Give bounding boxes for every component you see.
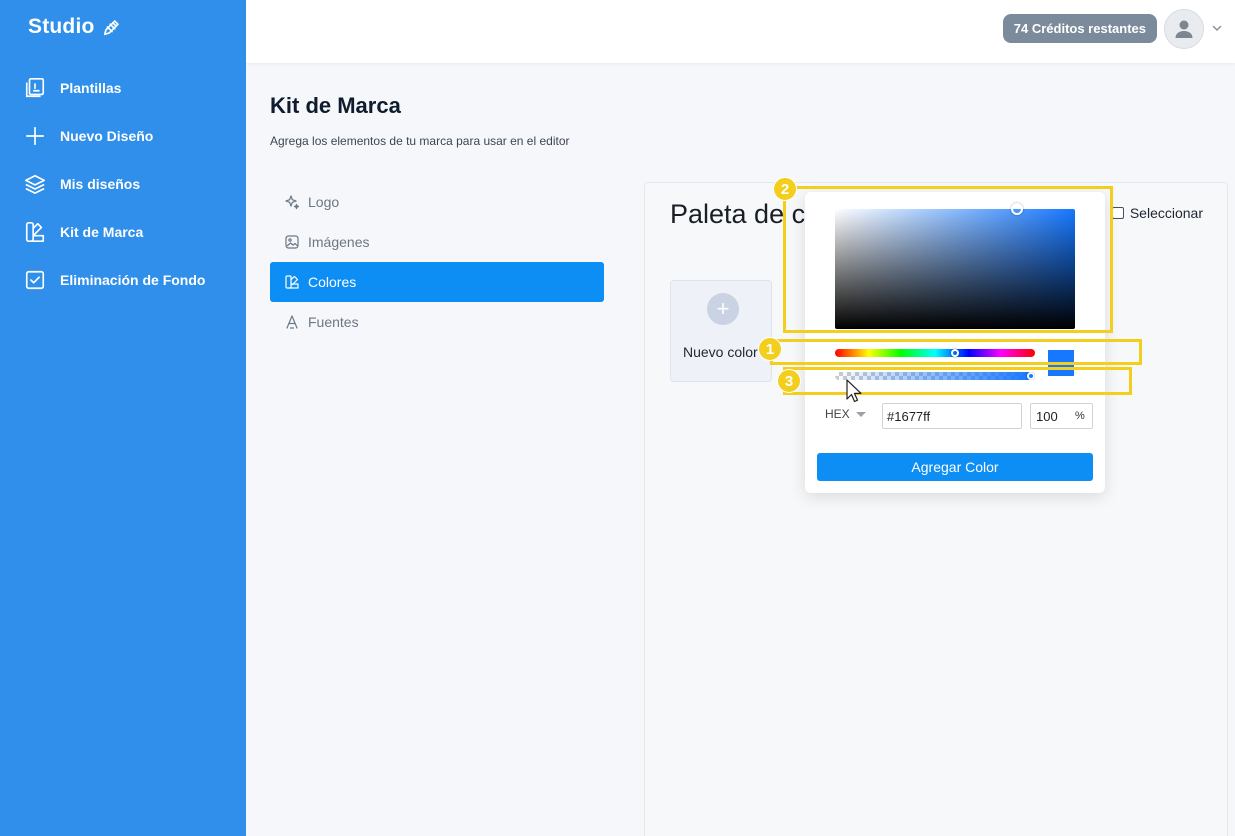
saturation-thumb[interactable] [1011,203,1024,215]
tab-label: Fuentes [308,314,359,330]
alpha-gradient [835,372,1035,380]
hex-input[interactable] [882,403,1022,429]
layers-icon [25,174,45,194]
alpha-unit: % [1075,410,1085,422]
select-toggle[interactable]: Seleccionar [1111,205,1203,221]
sidebar-item-label: Eliminación de Fondo [60,272,206,288]
sidebar-item-plantillas[interactable]: Plantillas [0,64,246,112]
brand-name: Studio [28,15,95,38]
tab-fuentes[interactable]: Fuentes [270,302,604,342]
alpha-thumb[interactable] [1027,372,1035,380]
brand-logo[interactable]: Studio [28,15,123,39]
top-bar: 74 Créditos restantes [246,0,1235,63]
color-picker: HEX % Agregar Color [805,192,1105,493]
sidebar-item-mis-disenos[interactable]: Mis diseños [0,160,246,208]
templates-icon [25,78,45,98]
tab-label: Logo [308,194,340,210]
alpha-slider[interactable] [835,372,1035,380]
page-title: Kit de Marca [270,93,401,118]
highlight-badge-2: 2 [773,177,797,201]
panel-title: Paleta de c [670,199,806,229]
font-icon [286,315,298,329]
format-select[interactable]: HEX [825,407,866,421]
brand-pencil-icon [103,20,119,36]
chevron-down-icon[interactable] [1211,22,1223,34]
avatar[interactable] [1164,9,1204,49]
tab-imagenes[interactable]: Imágenes [270,222,604,262]
select-checkbox[interactable] [1111,207,1124,219]
add-color-button[interactable]: Agregar Color [817,453,1093,481]
tab-label: Colores [308,274,357,290]
sidebar-nav: Plantillas Nuevo Diseño Mis diseños Kit … [0,64,246,304]
brand-kit-menu: Logo Imágenes Colores Fuentes [270,182,604,342]
sidebar-item-label: Kit de Marca [60,224,144,240]
user-icon [1175,20,1193,38]
caret-down-icon [855,411,866,417]
highlight-badge-3: 3 [777,369,801,393]
tab-logo[interactable]: Logo [270,182,604,222]
sidebar-item-label: Nuevo Diseño [60,128,154,144]
sparkle-icon [285,195,300,210]
page-subtitle: Agrega los elementos de tu marca para us… [270,134,570,148]
new-color-card[interactable]: + Nuevo color [670,280,772,382]
highlight-badge-1: 1 [758,337,782,361]
new-color-label: Nuevo color [683,344,758,360]
saturation-brightness-area[interactable] [835,203,1075,329]
select-label: Seleccionar [1129,205,1203,221]
format-label: HEX [825,407,850,421]
credits-badge[interactable]: 74 Créditos restantes [1002,14,1157,43]
alpha-field[interactable]: % [1030,403,1093,429]
tab-label: Imágenes [308,234,370,250]
sidebar: Studio Plantillas Nuevo Diseño Mis diseñ… [0,0,246,836]
color-preview-swatch [1048,350,1074,376]
add-circle-icon: + [707,293,739,325]
palette-icon [285,275,299,289]
sidebar-item-label: Plantillas [60,80,122,96]
sidebar-item-label: Mis diseños [60,176,141,192]
plus-icon [25,126,45,146]
hue-slider[interactable] [835,349,1035,357]
sidebar-item-nuevo-diseno[interactable]: Nuevo Diseño [0,112,246,160]
tab-colores[interactable]: Colores [270,262,604,302]
alpha-input[interactable] [1031,408,1071,424]
hue-thumb[interactable] [951,349,959,357]
image-icon [285,235,299,249]
checkbox-icon [25,270,45,290]
sidebar-item-eliminacion-de-fondo[interactable]: Eliminación de Fondo [0,256,246,304]
sidebar-item-kit-de-marca[interactable]: Kit de Marca [0,208,246,256]
mouse-cursor-icon [846,379,862,403]
brand-kit-icon [25,222,45,242]
